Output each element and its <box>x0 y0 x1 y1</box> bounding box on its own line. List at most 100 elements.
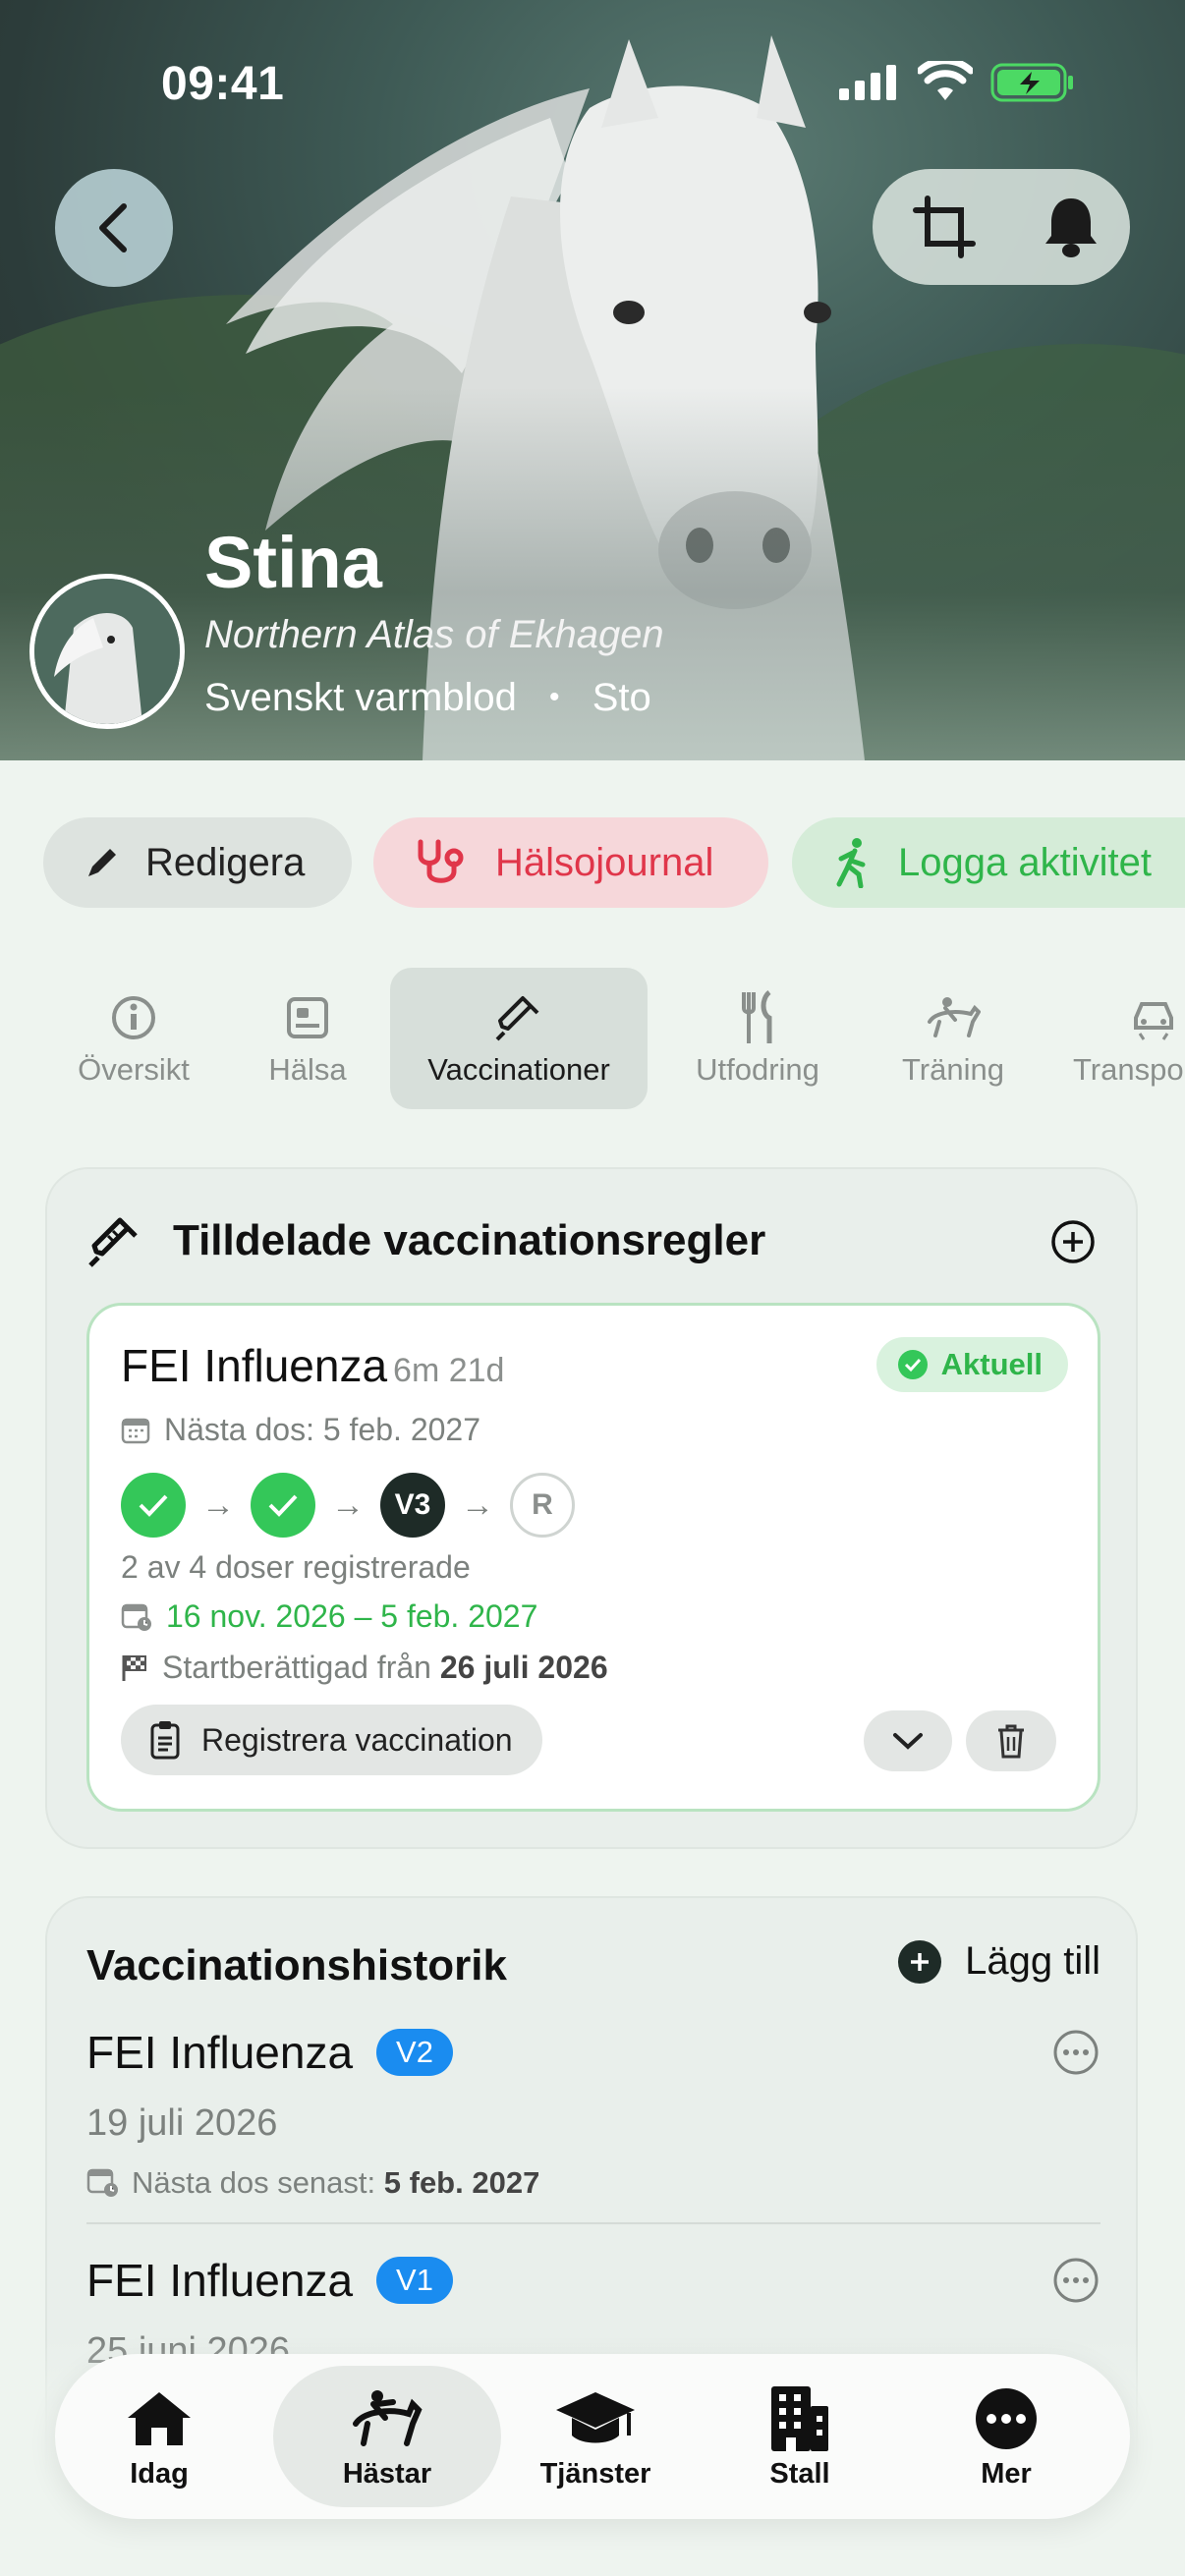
status-time: 09:41 <box>161 58 285 110</box>
dose-tag: V2 <box>376 2029 453 2076</box>
add-vaccination-button[interactable]: Lägg till <box>898 1939 1100 1984</box>
wifi-icon <box>918 61 973 100</box>
syringe-icon <box>495 996 539 1041</box>
health-icon <box>287 997 328 1038</box>
info-icon <box>112 996 155 1039</box>
next-dose-row: Nästa dos: 5 feb. 2027 <box>121 1412 480 1448</box>
bell-icon[interactable] <box>1042 195 1100 259</box>
dose-step-done <box>121 1473 186 1538</box>
status-bar: 09:41 <box>0 57 1185 116</box>
calendar-clock-icon <box>86 2168 118 2197</box>
fork-knife-icon <box>742 990 772 1043</box>
tab-label: Vaccinationer <box>427 1052 610 1087</box>
add-rule-icon[interactable] <box>1049 1218 1097 1265</box>
edit-label: Redigera <box>145 840 306 884</box>
tab-overview[interactable]: Översikt <box>57 968 210 1109</box>
walking-icon <box>836 838 866 888</box>
window-row: 16 nov. 2026 – 5 feb. 2027 <box>121 1598 537 1635</box>
history-item-name: FEI Influenza V2 <box>86 2026 453 2079</box>
graduation-cap-icon <box>556 2391 635 2442</box>
battery-icon <box>990 63 1073 102</box>
log-activity-label: Logga aktivitet <box>898 840 1152 884</box>
dose-step-done <box>251 1473 315 1538</box>
syringe-icon <box>88 1217 138 1267</box>
history-item[interactable]: FEI Influenza V2 19 juli 2026 Nästa dos … <box>86 2026 1100 2212</box>
flag-icon <box>122 1654 146 1681</box>
nav-item-services[interactable]: Tjänster <box>491 2366 700 2507</box>
history-item-next-dose: Nästa dos senast: 5 feb. 2027 <box>86 2165 539 2201</box>
more-options-icon[interactable] <box>1051 2028 1100 2077</box>
register-vaccination-button[interactable]: Registrera vaccination <box>121 1705 542 1775</box>
tab-transport[interactable]: Transport <box>1073 968 1185 1109</box>
history-title: Vaccinationshistorik <box>86 1941 507 1989</box>
avatar-horse-image <box>34 579 180 724</box>
tab-label: Översikt <box>78 1052 190 1087</box>
vaccination-rules-card: Tilldelade vaccinationsregler FEI Influe… <box>45 1167 1138 1849</box>
breed-line: Svenskt varmblod • Sto <box>204 676 651 720</box>
edit-button[interactable]: Redigera <box>43 817 352 908</box>
separator-dot: • <box>549 681 560 713</box>
rules-title: Tilldelade vaccinationsregler <box>173 1216 766 1264</box>
horse-rider-icon <box>353 2389 423 2446</box>
rule-name-line: FEI Influenza 6m 21d <box>121 1339 504 1392</box>
expand-button[interactable] <box>864 1710 952 1771</box>
checkmark-icon <box>139 1494 168 1517</box>
nav-item-more[interactable]: Mer <box>902 2366 1110 2507</box>
health-journal-button[interactable]: Hälsojournal <box>373 817 768 908</box>
tab-vaccinations[interactable]: Vaccinationer <box>390 968 648 1109</box>
horse-name: Stina <box>204 522 382 603</box>
more-icon <box>976 2387 1037 2449</box>
eligible-date: 26 juli 2026 <box>439 1650 608 1685</box>
health-journal-label: Hälsojournal <box>495 840 714 884</box>
nav-item-today[interactable]: Idag <box>55 2366 263 2507</box>
calendar-icon <box>121 1418 150 1443</box>
avatar[interactable] <box>29 574 185 729</box>
trash-icon <box>998 1724 1024 1759</box>
pencil-icon <box>88 849 116 876</box>
delete-button[interactable] <box>966 1710 1056 1771</box>
bottom-navigation: Idag Hästar Tjänster Stall Mer <box>55 2354 1130 2519</box>
registered-name: Northern Atlas of Ekhagen <box>204 613 664 656</box>
tab-training[interactable]: Träning <box>875 968 1032 1109</box>
crop-icon[interactable] <box>912 195 977 259</box>
signal-icon <box>839 65 896 100</box>
rider-icon <box>928 997 981 1037</box>
tab-label: Utfodring <box>696 1052 819 1087</box>
dose-step-pending: R <box>510 1473 575 1538</box>
tab-health[interactable]: Hälsa <box>238 968 377 1109</box>
tab-feeding[interactable]: Utfodring <box>678 968 837 1109</box>
status-badge: Aktuell <box>875 1337 1068 1392</box>
nav-item-horses[interactable]: Hästar <box>273 2366 501 2507</box>
breed: Svenskt varmblod <box>204 676 517 719</box>
car-icon <box>1134 1002 1173 1040</box>
checkmark-icon <box>268 1494 298 1517</box>
calendar-clock-icon <box>121 1603 151 1631</box>
history-item-name: FEI Influenza V1 <box>86 2254 453 2307</box>
rule-interval: 6m 21d <box>393 1352 505 1389</box>
clipboard-icon <box>150 1721 180 1760</box>
building-icon <box>771 2385 828 2451</box>
tab-label: Hälsa <box>268 1052 347 1087</box>
divider <box>86 2222 1100 2224</box>
tab-label: Träning <box>902 1052 1004 1087</box>
tab-label: Transport <box>1073 1052 1185 1087</box>
dose-progress: → → V3 → R <box>121 1473 575 1538</box>
nav-item-stable[interactable]: Stall <box>696 2366 904 2507</box>
progress-text: 2 av 4 doser registrerade <box>121 1549 471 1585</box>
checkmark-circle-icon <box>897 1350 928 1379</box>
vaccination-rule[interactable]: FEI Influenza 6m 21d Aktuell Nästa dos: 5… <box>86 1303 1100 1812</box>
chevron-left-icon <box>99 203 127 252</box>
stethoscope-icon <box>418 839 464 883</box>
more-options-icon[interactable] <box>1051 2256 1100 2305</box>
eligible-row: Startberättigad från 26 juli 2026 <box>121 1650 608 1686</box>
dose-step-current: V3 <box>380 1473 445 1538</box>
header-actions <box>873 169 1130 285</box>
arrow-icon: → <box>461 1485 494 1524</box>
arrow-icon: → <box>331 1485 365 1524</box>
arrow-icon: → <box>201 1485 235 1524</box>
dose-tag: V1 <box>376 2257 453 2304</box>
log-activity-button[interactable]: Logga aktivitet <box>792 817 1185 908</box>
back-button[interactable] <box>55 169 173 287</box>
history-item-date: 19 juli 2026 <box>86 2102 278 2144</box>
plus-icon <box>898 1939 942 1984</box>
